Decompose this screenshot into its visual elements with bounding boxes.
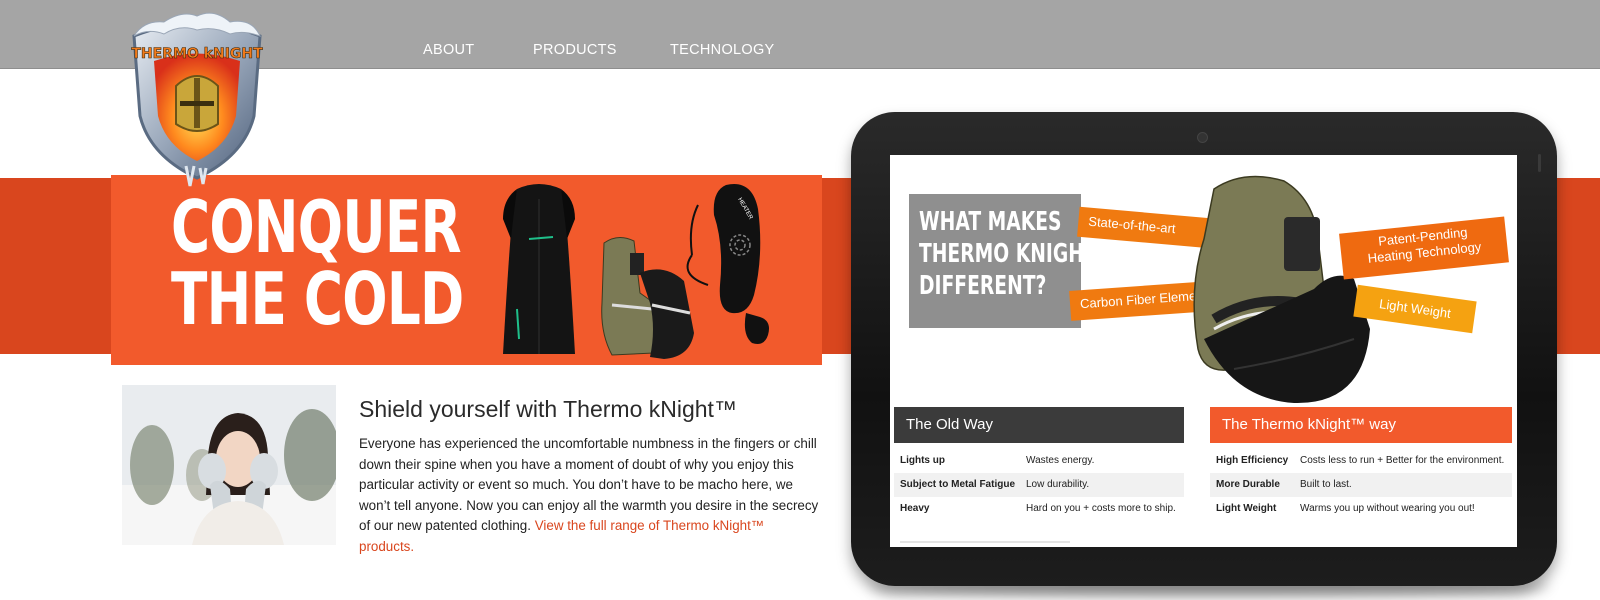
tablet-camera [1197, 132, 1208, 143]
intro-title: Shield yourself with Thermo kNight™ [359, 396, 737, 422]
old-way-key: Subject to Metal Fatigue [900, 479, 1016, 490]
tablet-side-button [1538, 154, 1541, 172]
what-makes-line1: WHAT MAKES [919, 207, 1062, 237]
thermo-knight-logo[interactable]: THERMO kNIGHT [124, 6, 270, 192]
hero-banner: CONQUER THE COLD HEATER [111, 175, 822, 365]
old-way-row: Lights up Wastes energy. [894, 449, 1184, 473]
logo-text: THERMO kNIGHT [131, 46, 263, 62]
old-way-row: Heavy Hard on you + costs more to ship. [894, 497, 1184, 521]
nav-technology[interactable]: TECHNOLOGY [670, 42, 775, 58]
heated-insole-image: HEATER [686, 184, 769, 344]
new-way-header: The Thermo kNight™ way [1210, 407, 1512, 443]
nav-products[interactable]: PRODUCTS [533, 42, 617, 58]
tablet-screen: WHAT MAKES THERMO KNIGHT DIFFERENT? Stat… [890, 155, 1517, 547]
new-way-row: High Efficiency Costs less to run + Bett… [1210, 449, 1512, 473]
old-way-divider [900, 541, 1070, 543]
new-way-value: Costs less to run + Better for the envir… [1300, 455, 1505, 466]
new-way-key: More Durable [1216, 479, 1280, 490]
new-way-value: Warms you up without wearing you out! [1300, 503, 1475, 514]
intro-body: Everyone has experienced the uncomfortab… [359, 434, 819, 557]
new-way-row: More Durable Built to last. [1210, 473, 1512, 497]
what-makes-box: WHAT MAKES THERMO KNIGHT DIFFERENT? [909, 194, 1097, 328]
what-makes-heading: WHAT MAKES THERMO KNIGHT DIFFERENT? [919, 206, 1097, 302]
new-way-key: High Efficiency [1216, 455, 1289, 466]
nav-about[interactable]: ABOUT [423, 42, 474, 58]
old-way-header: The Old Way [894, 407, 1184, 443]
old-way-key: Lights up [900, 455, 945, 466]
heated-vest-image [503, 184, 575, 354]
what-makes-line2: THERMO KNIGHT [919, 239, 1097, 269]
new-way-row: Light Weight Warms you up without wearin… [1210, 497, 1512, 521]
old-way-value: Low durability. [1026, 479, 1090, 490]
hero-headline-line2: THE COLD [171, 257, 464, 341]
old-way-row: Subject to Metal Fatigue Low durability. [894, 473, 1184, 497]
tablet-device: WHAT MAKES THERMO KNIGHT DIFFERENT? Stat… [851, 112, 1557, 586]
old-way-value: Wastes energy. [1026, 455, 1095, 466]
hero-headline-line1: CONQUER [171, 185, 462, 269]
old-way-value: Hard on you + costs more to ship. [1026, 503, 1176, 514]
old-way-key: Heavy [900, 503, 930, 514]
new-way-value: Built to last. [1300, 479, 1352, 490]
shield-logo-icon: THERMO kNIGHT [131, 12, 263, 187]
new-way-key: Light Weight [1216, 503, 1277, 514]
woman-earmuffs-photo [122, 385, 336, 545]
